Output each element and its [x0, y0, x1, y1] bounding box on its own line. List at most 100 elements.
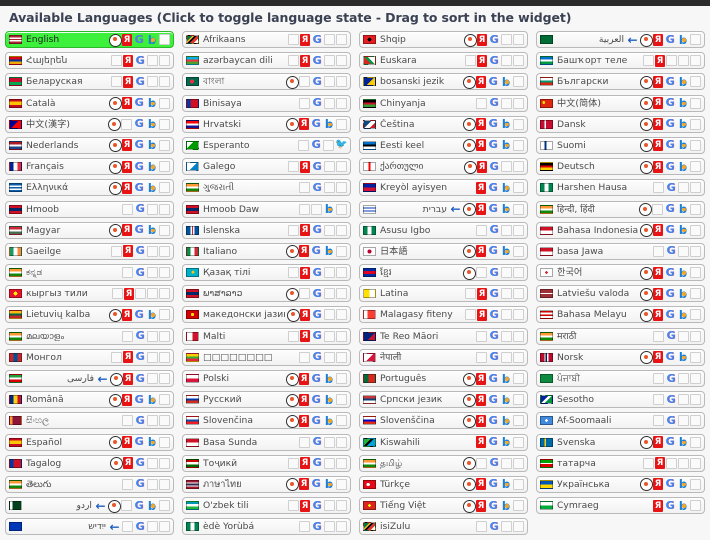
google-icon[interactable]: G: [311, 330, 323, 342]
yandex-icon[interactable]: Я: [476, 393, 486, 406]
google-icon[interactable]: G: [664, 478, 676, 490]
bing-icon[interactable]: b: [500, 394, 512, 406]
rtl-arrow-icon[interactable]: ←: [449, 203, 462, 215]
yandex-icon[interactable]: Я: [653, 224, 663, 237]
language-row[interactable]: Chinyanja G: [359, 94, 528, 112]
language-row[interactable]: Slovenščina Я Gb: [359, 412, 528, 430]
yandex-icon[interactable]: Я: [653, 499, 663, 512]
yandex-icon[interactable]: Я: [122, 224, 132, 237]
language-row[interactable]: മലയാളം G: [5, 327, 174, 345]
target-icon[interactable]: [640, 351, 653, 365]
language-row[interactable]: Svenska Я Gb: [536, 433, 705, 451]
target-icon[interactable]: [109, 160, 122, 174]
google-icon[interactable]: G: [488, 287, 500, 300]
target-icon[interactable]: [463, 75, 476, 89]
google-icon[interactable]: G: [487, 393, 499, 406]
yandex-icon[interactable]: Я: [653, 436, 663, 449]
language-row[interactable]: □□□□□□□□ G: [182, 348, 351, 366]
language-row[interactable]: Deutsch Я Gb: [536, 158, 705, 176]
target-icon[interactable]: [640, 266, 653, 280]
target-icon[interactable]: [109, 393, 122, 407]
google-icon[interactable]: G: [134, 414, 146, 427]
yandex-icon[interactable]: Я: [122, 139, 132, 152]
target-icon[interactable]: [286, 245, 299, 259]
google-icon[interactable]: G: [664, 308, 676, 321]
target-icon[interactable]: [640, 118, 653, 132]
language-row[interactable]: 日本語 Я Gb: [359, 242, 528, 260]
google-icon[interactable]: G: [133, 97, 145, 109]
language-row[interactable]: Հայերեն Я G: [5, 52, 174, 70]
google-icon[interactable]: G: [311, 33, 323, 46]
bing-icon[interactable]: b: [146, 500, 158, 512]
language-row[interactable]: Español Я Gb: [5, 433, 174, 451]
google-icon[interactable]: G: [133, 118, 145, 130]
google-icon[interactable]: G: [134, 245, 146, 257]
language-row[interactable]: اردو ← Gb: [5, 497, 174, 515]
language-row[interactable]: Português Я Gb: [359, 370, 528, 387]
language-row[interactable]: Binisaya G: [182, 94, 351, 112]
language-row[interactable]: Gaeilge Я G: [5, 242, 174, 260]
yandex-icon[interactable]: Я: [653, 266, 663, 279]
language-row[interactable]: azərbaycan dili Я G: [182, 52, 351, 70]
google-icon[interactable]: G: [487, 372, 499, 385]
rtl-arrow-icon[interactable]: ←: [94, 500, 107, 512]
yandex-icon[interactable]: Я: [653, 139, 663, 152]
bing-icon[interactable]: b: [677, 224, 689, 236]
language-row[interactable]: Magyar Я Gb: [5, 221, 174, 239]
target-icon[interactable]: [463, 266, 476, 280]
google-icon[interactable]: G: [488, 351, 500, 363]
language-row[interactable]: ខ្មែរ G: [359, 264, 528, 282]
bing-icon[interactable]: b: [146, 118, 158, 130]
language-row[interactable]: Euskara Я G: [359, 52, 528, 70]
yandex-icon[interactable]: Я: [123, 245, 133, 258]
target-icon[interactable]: [464, 33, 477, 47]
google-icon[interactable]: G: [311, 436, 323, 448]
google-icon[interactable]: G: [134, 351, 146, 363]
google-icon[interactable]: G: [665, 181, 677, 194]
bing-icon[interactable]: b: [677, 500, 689, 512]
google-icon[interactable]: G: [664, 436, 676, 448]
language-row[interactable]: Hmoob Daw b: [182, 200, 351, 218]
yandex-icon[interactable]: Я: [653, 75, 663, 88]
yandex-icon[interactable]: Я: [122, 181, 132, 194]
language-row[interactable]: العربية ← Я Gb: [536, 31, 705, 48]
yandex-icon[interactable]: Я: [299, 245, 309, 258]
language-row[interactable]: தமிழ் G: [359, 454, 528, 472]
google-icon[interactable]: G: [311, 520, 323, 533]
google-icon[interactable]: G: [133, 224, 145, 236]
target-icon[interactable]: [286, 372, 299, 386]
google-icon[interactable]: G: [134, 520, 146, 533]
yandex-icon[interactable]: Я: [476, 436, 486, 449]
google-icon[interactable]: G: [488, 330, 500, 342]
target-icon[interactable]: [286, 287, 299, 301]
bing-icon[interactable]: b: [677, 34, 689, 46]
yandex-icon[interactable]: Я: [653, 97, 663, 110]
google-icon[interactable]: G: [311, 181, 323, 194]
google-icon[interactable]: G: [488, 54, 500, 67]
target-icon[interactable]: [463, 372, 476, 386]
language-row[interactable]: Dansk Я Gb: [536, 115, 705, 133]
target-icon[interactable]: [110, 372, 123, 386]
bing-icon[interactable]: b: [500, 139, 512, 151]
bing-icon[interactable]: b: [500, 478, 512, 490]
language-row[interactable]: Shqip Я G: [359, 31, 528, 48]
bing-icon[interactable]: b: [146, 161, 158, 173]
google-icon[interactable]: G: [487, 75, 499, 88]
language-row[interactable]: Čeština Я Gb: [359, 115, 528, 133]
google-icon[interactable]: G: [487, 414, 499, 427]
language-row[interactable]: Қазақ тілі Я G: [182, 264, 351, 282]
yandex-icon[interactable]: Я: [124, 287, 134, 300]
rtl-arrow-icon[interactable]: ←: [108, 521, 121, 533]
google-icon[interactable]: G: [134, 54, 146, 67]
google-icon[interactable]: G: [665, 330, 677, 342]
google-icon[interactable]: G: [664, 266, 676, 279]
google-icon[interactable]: G: [488, 520, 500, 533]
google-icon[interactable]: G: [310, 139, 322, 151]
yandex-icon[interactable]: Я: [655, 54, 665, 67]
yandex-icon[interactable]: Я: [477, 308, 487, 321]
language-row[interactable]: bosanski jezik Я Gb: [359, 73, 528, 91]
language-row[interactable]: ಕನ್ನಡ G: [5, 264, 174, 282]
google-icon[interactable]: G: [310, 393, 322, 406]
bing-icon[interactable]: b: [323, 478, 335, 490]
language-row[interactable]: Kreyòl ayisyen Я Gb: [359, 179, 528, 197]
